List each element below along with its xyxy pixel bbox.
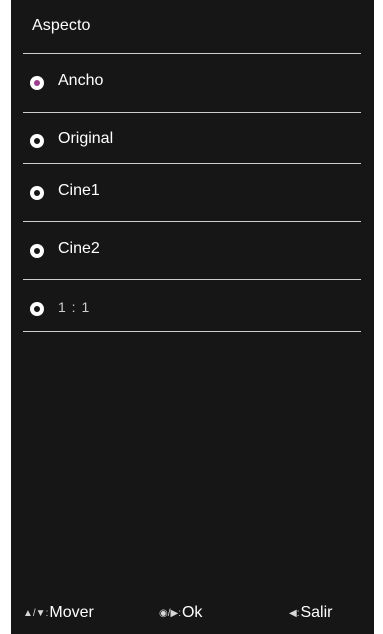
option-cine1[interactable]: Cine1 <box>23 164 361 222</box>
radio-icon <box>30 244 44 258</box>
option-1-1[interactable]: 1 : 1 <box>23 280 361 338</box>
hint-exit: ◀: Salir <box>289 604 332 622</box>
aspect-menu-panel: Aspecto Ancho Original Cine1 Cine2 1 : 1… <box>11 0 374 634</box>
left-arrow-icon: ◀: <box>289 607 300 619</box>
radio-selected-icon <box>30 76 44 90</box>
hint-move-label: Mover <box>49 604 94 621</box>
option-ancho[interactable]: Ancho <box>23 54 361 112</box>
up-down-arrows-icon: ▲/▼: <box>23 607 49 619</box>
ok-right-arrow-icon: ◉/▶: <box>159 607 181 619</box>
hint-ok-label: Ok <box>181 604 203 621</box>
hint-move: ▲/▼: Mover <box>23 604 94 622</box>
radio-icon <box>30 302 44 316</box>
option-label: Original <box>58 130 114 147</box>
radio-icon <box>30 186 44 200</box>
hint-ok: ◉/▶: Ok <box>159 604 202 622</box>
option-cine2[interactable]: Cine2 <box>23 222 361 280</box>
radio-icon <box>30 134 44 148</box>
option-label: Cine1 <box>58 182 100 199</box>
option-label: Ancho <box>58 72 104 89</box>
key-hints-bar: ▲/▼: Mover ◉/▶: Ok ◀: Salir <box>11 604 374 626</box>
divider <box>23 331 361 332</box>
hint-exit-label: Salir <box>300 604 333 621</box>
option-label: 1 : 1 <box>58 299 91 315</box>
menu-title: Aspecto <box>32 17 91 34</box>
option-label: Cine2 <box>58 240 100 257</box>
